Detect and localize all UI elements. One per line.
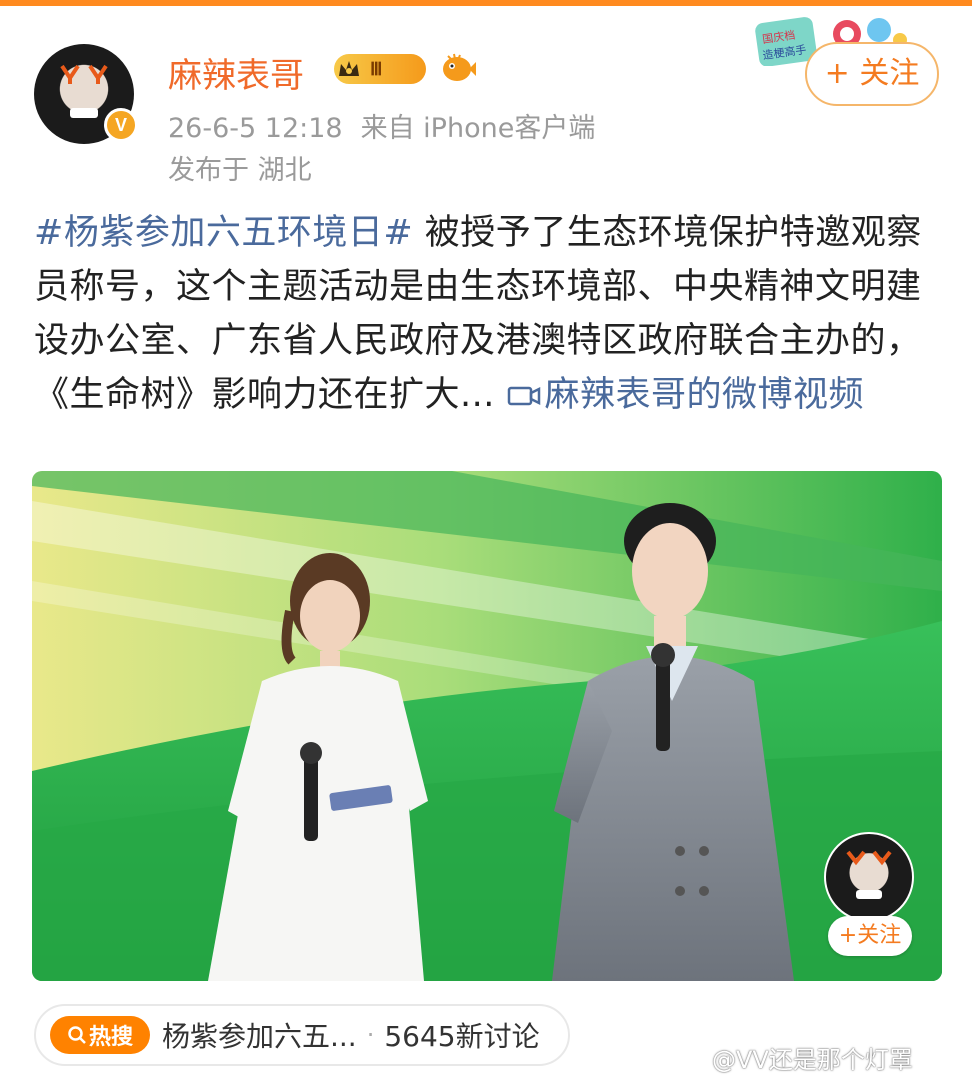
- post-timestamp: 26-6-5 12:18: [168, 113, 343, 144]
- video-camera-icon: [507, 386, 540, 406]
- crown-icon: [334, 54, 364, 84]
- post-meta: 26-6-5 12:18 来自 iPhone客户端: [168, 106, 613, 145]
- search-icon: [68, 1026, 86, 1044]
- video-author-avatar[interactable]: [824, 832, 914, 922]
- post-location: 发布于 湖北: [168, 155, 312, 186]
- hot-search-pill[interactable]: 热搜 杨紫参加六五... · 5645新讨论: [34, 1004, 570, 1066]
- author-avatar[interactable]: V: [34, 44, 138, 144]
- hot-search-tag-label: 热搜: [88, 1025, 133, 1050]
- verified-badge-icon: V: [104, 108, 138, 142]
- hot-search-separator: ·: [366, 1021, 375, 1049]
- author-username[interactable]: 麻辣表哥: [168, 48, 304, 97]
- video-follow-button[interactable]: +关注: [828, 916, 912, 956]
- post-content: #杨紫参加六五环境日# 被授予了生态环境保护特邀观察员称号，这个主题活动是由生态…: [34, 206, 944, 422]
- video-link[interactable]: 麻辣表哥的微博视频: [507, 375, 865, 415]
- follow-button[interactable]: + 关注: [805, 42, 939, 106]
- top-accent-strip: [0, 0, 972, 6]
- watermark: @VV还是那个灯罩: [712, 1046, 913, 1074]
- video-link-label: 麻辣表哥的微博视频: [544, 375, 865, 415]
- level-label: Ⅲ: [370, 58, 383, 79]
- video-frame: [32, 471, 942, 981]
- video-player[interactable]: [32, 471, 942, 981]
- hot-search-topic: 杨紫参加六五...: [162, 1020, 357, 1053]
- post-hashtag-link[interactable]: #杨紫参加六五环境日#: [34, 213, 413, 253]
- hot-search-count: 5645新讨论: [384, 1020, 540, 1053]
- hot-search-tag: 热搜: [50, 1016, 150, 1054]
- post-source: 来自 iPhone客户端: [360, 113, 596, 144]
- fish-badge-icon[interactable]: [440, 52, 476, 84]
- member-level-badge[interactable]: Ⅲ: [334, 54, 426, 84]
